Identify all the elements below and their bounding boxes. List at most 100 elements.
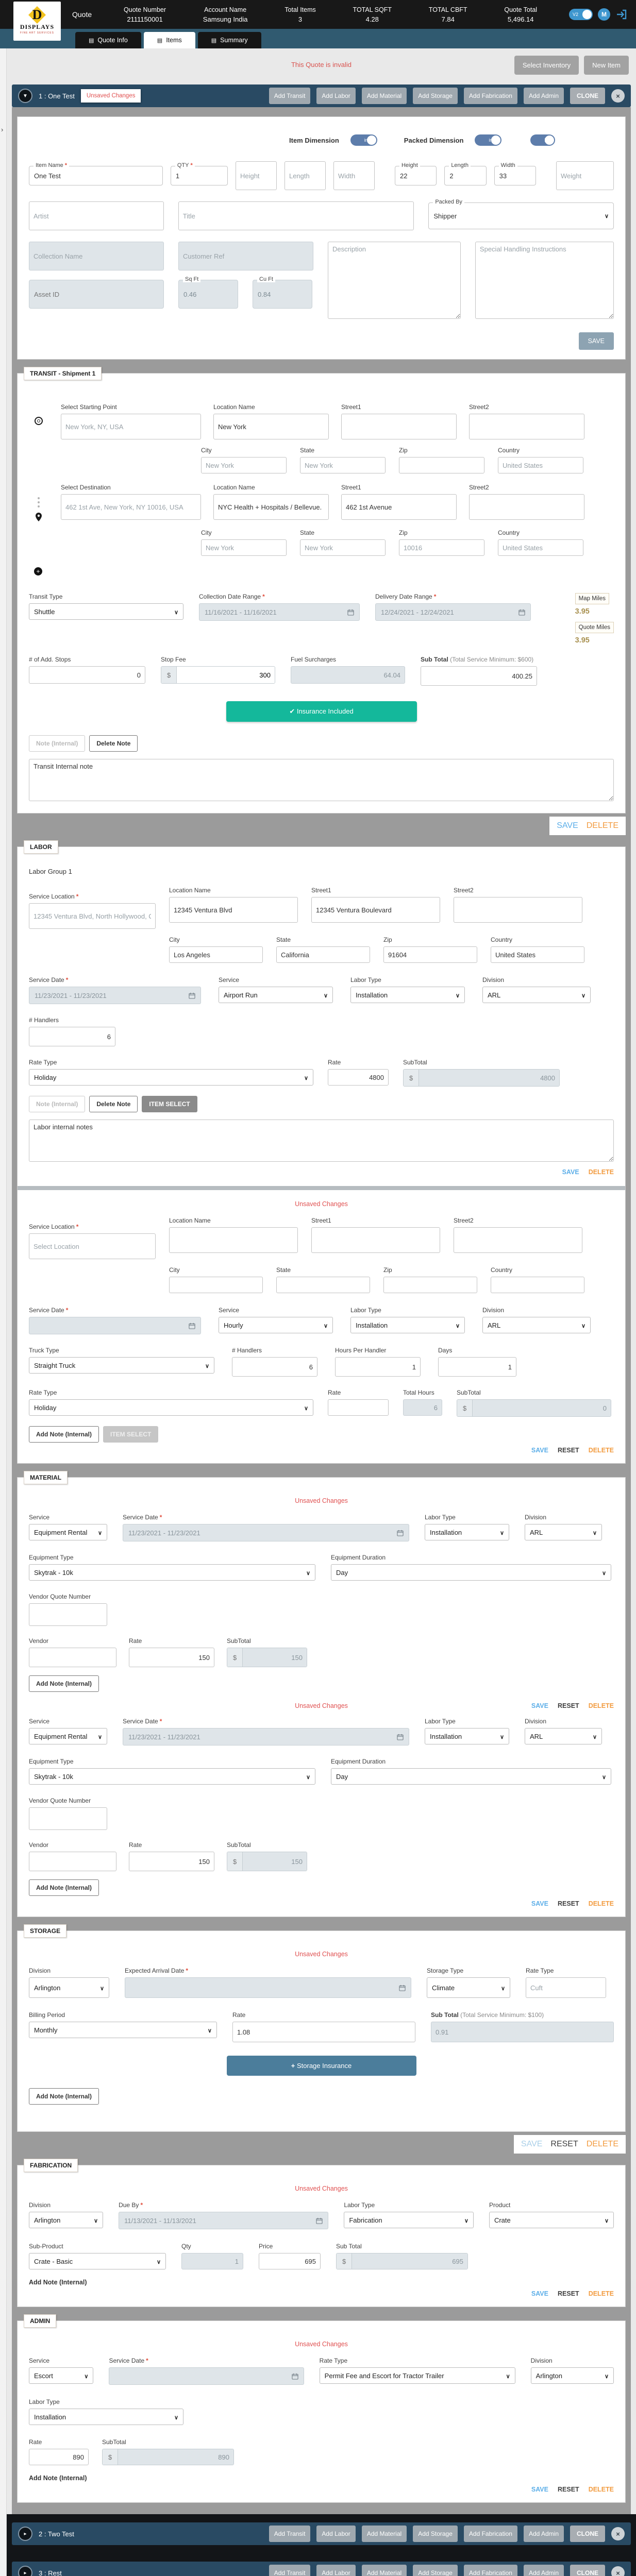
labor1-country-field[interactable]	[491, 946, 584, 963]
material1-labor-type-select[interactable]: Installation	[425, 1524, 509, 1540]
labor2-reset-link[interactable]: RESET	[558, 1447, 579, 1454]
start-street1-field[interactable]	[341, 414, 457, 439]
material1-save-link[interactable]: SAVE	[531, 1702, 548, 1709]
fabrication-labor-type-select[interactable]: Fabrication	[344, 2212, 474, 2228]
start-point-field[interactable]	[61, 414, 201, 439]
add-storage-button[interactable]: Add Storage	[413, 2526, 458, 2542]
labor1-rate-type-select[interactable]: Holiday	[29, 1069, 313, 1086]
material1-rate-field[interactable]	[129, 1648, 214, 1667]
admin-labor-type-select[interactable]: Installation	[29, 2409, 183, 2425]
item-length-field[interactable]	[284, 161, 326, 190]
sub-product-select[interactable]: Crate - Basic	[29, 2253, 166, 2269]
labor-internal-note-field[interactable]: Labor internal notes	[29, 1120, 614, 1162]
start-location-name-field[interactable]	[213, 414, 329, 439]
labor2-labor-type-select[interactable]: Installation	[350, 1317, 465, 1333]
fabrication-reset-link[interactable]: RESET	[558, 2290, 579, 2297]
material1-division-select[interactable]: ARL	[525, 1524, 602, 1540]
tab-summary[interactable]: Summary	[198, 32, 261, 48]
logout-icon[interactable]	[615, 8, 628, 21]
start-country-field[interactable]	[498, 457, 583, 473]
fabrication-save-link[interactable]: SAVE	[531, 2290, 548, 2297]
dest-city-field[interactable]	[201, 539, 287, 556]
add-stop-icon[interactable]	[34, 567, 42, 575]
material1-vendor-quote-field[interactable]	[29, 1603, 107, 1626]
product-select[interactable]: Crate	[489, 2212, 614, 2228]
add-fabrication-button[interactable]: Add Fabrication	[464, 2565, 517, 2576]
material2-delete-link[interactable]: DELETE	[589, 1900, 614, 1907]
start-state-field[interactable]	[300, 457, 386, 473]
labor1-state-field[interactable]	[276, 946, 370, 963]
storage-type-select[interactable]: Climate	[427, 1977, 510, 1998]
labor1-street2-field[interactable]	[454, 897, 582, 923]
description-field[interactable]	[328, 242, 461, 319]
labor2-street1-field[interactable]	[311, 1227, 440, 1253]
weight-field[interactable]	[556, 161, 614, 190]
add-note-internal-button[interactable]: Add Note (Internal)	[29, 1426, 99, 1443]
start-zip-field[interactable]	[399, 457, 484, 473]
labor2-handlers-field[interactable]	[232, 1357, 317, 1377]
add-labor-button[interactable]: Add Labor	[316, 2565, 355, 2576]
truck-type-select[interactable]: Straight Truck	[29, 1357, 214, 1374]
start-city-field[interactable]	[201, 457, 287, 473]
add-transit-button[interactable]: Add Transit	[269, 2526, 311, 2542]
add-labor-button[interactable]: Add Labor	[316, 88, 355, 104]
packed-dimension-unit-toggle[interactable]: inch	[475, 134, 501, 146]
material1-equipment-type-select[interactable]: Skytrak - 10k	[29, 1564, 315, 1581]
labor2-street2-field[interactable]	[454, 1227, 582, 1253]
material2-vendor-field[interactable]	[29, 1852, 116, 1871]
admin-rate-field[interactable]	[29, 2449, 89, 2465]
admin-service-select[interactable]: Escort	[29, 2367, 93, 2384]
add-material-button[interactable]: Add Material	[362, 88, 407, 104]
labor2-city-field[interactable]	[169, 1277, 263, 1293]
expand-item-icon[interactable]: ▸	[18, 2527, 32, 2541]
labor1-handlers-field[interactable]	[29, 1027, 115, 1046]
dest-location-name-field[interactable]	[213, 494, 329, 520]
labor2-division-select[interactable]: ARL	[482, 1317, 591, 1333]
transit-subtotal-field[interactable]	[421, 666, 537, 686]
material1-vendor-field[interactable]	[29, 1648, 116, 1667]
mode-button[interactable]: M	[598, 8, 610, 21]
admin-save-link[interactable]: SAVE	[531, 2486, 548, 2493]
add-note-internal-button[interactable]: Add Note (Internal)	[29, 1675, 99, 1692]
labor1-labor-type-select[interactable]: Installation	[350, 987, 465, 1003]
qty-field[interactable]	[171, 166, 227, 185]
storage-rate-field[interactable]	[232, 2022, 415, 2042]
admin-rate-type-select[interactable]: Permit Fee and Escort for Tractor Traile…	[320, 2367, 515, 2384]
material1-service-select[interactable]: Equipment Rental	[29, 1524, 107, 1540]
add-fabrication-button[interactable]: Add Fabrication	[464, 2526, 517, 2542]
collapsed-side-panel[interactable]: ›	[0, 48, 7, 2576]
labor1-service-location-field[interactable]	[29, 903, 156, 929]
billing-period-select[interactable]: Monthly	[29, 2022, 217, 2038]
fabrication-division-select[interactable]: Arlington	[29, 2212, 103, 2228]
labor1-city-field[interactable]	[169, 946, 263, 963]
labor1-delete-link[interactable]: DELETE	[589, 1168, 614, 1176]
title-field[interactable]	[178, 201, 414, 230]
add-admin-button[interactable]: Add Admin	[524, 88, 564, 104]
stop-fee-field[interactable]: $	[161, 666, 275, 684]
item-save-button[interactable]: SAVE	[579, 332, 614, 350]
dest-street2-field[interactable]	[469, 494, 584, 520]
add-note-internal-button[interactable]: Add Note (Internal)	[29, 2088, 99, 2105]
destination-field[interactable]	[61, 494, 201, 520]
item-name-field[interactable]	[29, 166, 162, 185]
add-transit-button[interactable]: Add Transit	[269, 88, 311, 104]
collection-date-range[interactable]: 11/16/2021 - 11/16/2021	[199, 603, 360, 621]
add-admin-button[interactable]: Add Admin	[524, 2565, 564, 2576]
add-note-internal-button[interactable]: Add Note (Internal)	[29, 1879, 99, 1896]
labor1-save-link[interactable]: SAVE	[562, 1168, 579, 1176]
tab-items[interactable]: Items	[144, 32, 195, 48]
close-item-icon[interactable]	[611, 2566, 625, 2576]
material2-service-select[interactable]: Equipment Rental	[29, 1728, 107, 1744]
packed-width-field[interactable]	[495, 166, 535, 185]
transit-type-select[interactable]: Shuttle	[29, 603, 183, 620]
labor2-service-date[interactable]	[29, 1317, 201, 1334]
labor2-zip-field[interactable]	[383, 1277, 477, 1293]
labor1-zip-field[interactable]	[383, 946, 477, 963]
transit-internal-note-field[interactable]: Transit Internal note	[29, 759, 614, 801]
packed-height-field[interactable]	[395, 166, 436, 185]
dest-zip-field[interactable]	[399, 539, 484, 556]
material2-division-select[interactable]: ARL	[525, 1728, 602, 1744]
material2-duration-select[interactable]: Day	[331, 1768, 611, 1785]
dest-street1-field[interactable]	[341, 494, 457, 520]
delete-note-button[interactable]: Delete Note	[89, 1096, 138, 1112]
